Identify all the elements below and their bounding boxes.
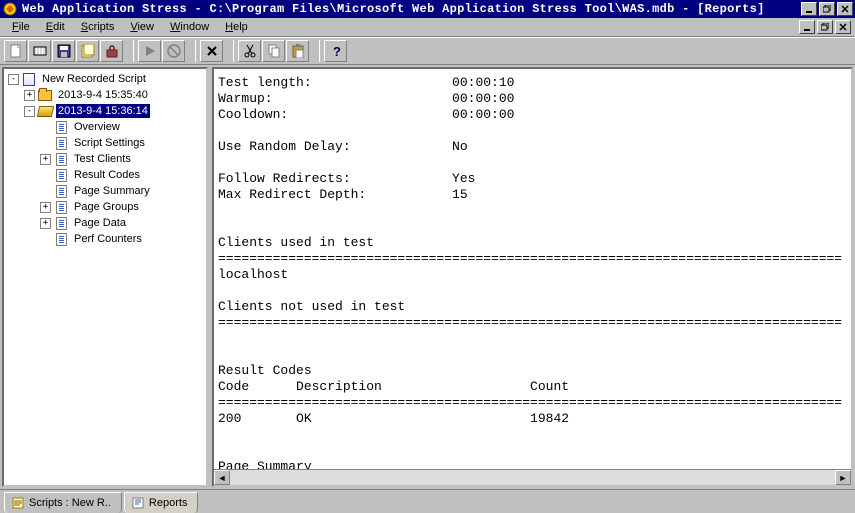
new-script-icon[interactable] — [4, 40, 27, 62]
horizontal-scrollbar[interactable]: ◄ ► — [214, 469, 851, 485]
record-icon[interactable] — [28, 40, 51, 62]
toolbar: ? — [0, 37, 855, 65]
minimize-button[interactable] — [801, 2, 817, 16]
menu-edit[interactable]: Edit — [38, 19, 73, 35]
tree-pane[interactable]: - New Recorded Script + 2013-9-4 15:35:4… — [2, 67, 208, 487]
tree-script-settings[interactable]: Script Settings — [4, 135, 206, 151]
tree-root-label: New Recorded Script — [40, 72, 148, 86]
page-icon — [53, 184, 69, 198]
scroll-track[interactable] — [230, 470, 835, 485]
menu-view[interactable]: View — [122, 19, 162, 35]
tree-root[interactable]: - New Recorded Script — [4, 71, 206, 87]
folder-open-icon — [37, 104, 53, 118]
tree-run-1[interactable]: - 2013-9-4 15:36:14 — [4, 103, 206, 119]
folder-icon — [37, 88, 53, 102]
script-icon — [21, 72, 37, 86]
app-icon — [2, 1, 18, 17]
page-icon — [53, 232, 69, 246]
svg-text:?: ? — [333, 44, 341, 58]
report-text: Test length: 00:00:10 Warmup: 00:00:00 C… — [214, 69, 851, 469]
menu-scripts[interactable]: Scripts — [73, 19, 123, 35]
settings-icon[interactable] — [100, 40, 123, 62]
cut-icon[interactable] — [238, 40, 261, 62]
tab-scripts[interactable]: Scripts : New R.. — [4, 492, 122, 513]
menu-help[interactable]: Help — [217, 19, 256, 35]
mdi-restore-button[interactable] — [817, 20, 833, 34]
scroll-left-icon[interactable]: ◄ — [214, 470, 230, 485]
page-icon — [53, 136, 69, 150]
page-icon — [53, 200, 69, 214]
page-icon — [53, 168, 69, 182]
tree-run-label: 2013-9-4 15:35:40 — [56, 88, 150, 102]
mdi-close-button[interactable] — [835, 20, 851, 34]
scroll-right-icon[interactable]: ► — [835, 470, 851, 485]
stop-icon[interactable] — [162, 40, 185, 62]
tree-run-0[interactable]: + 2013-9-4 15:35:40 — [4, 87, 206, 103]
window-title: Web Application Stress - C:\Program File… — [22, 2, 801, 16]
tree-page-summary[interactable]: Page Summary — [4, 183, 206, 199]
scripts-icon[interactable] — [76, 40, 99, 62]
mdi-minimize-button[interactable] — [799, 20, 815, 34]
play-icon[interactable] — [138, 40, 161, 62]
help-icon[interactable]: ? — [324, 40, 347, 62]
copy-icon[interactable] — [262, 40, 285, 62]
bottom-tab-bar: Scripts : New R.. Reports — [0, 489, 855, 513]
tab-reports-label: Reports — [149, 497, 188, 509]
menu-bar: File Edit Scripts View Window Help — [0, 18, 855, 37]
close-button[interactable] — [837, 2, 853, 16]
reports-tab-icon — [131, 496, 145, 510]
report-pane: Test length: 00:00:10 Warmup: 00:00:00 C… — [212, 67, 853, 487]
page-icon — [53, 216, 69, 230]
paste-icon[interactable] — [286, 40, 309, 62]
tree-overview[interactable]: Overview — [4, 119, 206, 135]
tree-test-clients[interactable]: + Test Clients — [4, 151, 206, 167]
tab-scripts-label: Scripts : New R.. — [29, 497, 111, 509]
tree-perf-counters[interactable]: Perf Counters — [4, 231, 206, 247]
tab-reports[interactable]: Reports — [124, 492, 199, 513]
scripts-tab-icon — [11, 496, 25, 510]
delete-icon[interactable] — [200, 40, 223, 62]
save-icon[interactable] — [52, 40, 75, 62]
restore-button[interactable] — [819, 2, 835, 16]
menu-file[interactable]: File — [4, 19, 38, 35]
title-bar: Web Application Stress - C:\Program File… — [0, 0, 855, 18]
tree-page-data[interactable]: + Page Data — [4, 215, 206, 231]
tree-run-label: 2013-9-4 15:36:14 — [56, 104, 150, 118]
menu-window[interactable]: Window — [162, 19, 217, 35]
page-icon — [53, 120, 69, 134]
page-icon — [53, 152, 69, 166]
tree-result-codes[interactable]: Result Codes — [4, 167, 206, 183]
tree-page-groups[interactable]: + Page Groups — [4, 199, 206, 215]
workspace: - New Recorded Script + 2013-9-4 15:35:4… — [0, 65, 855, 489]
